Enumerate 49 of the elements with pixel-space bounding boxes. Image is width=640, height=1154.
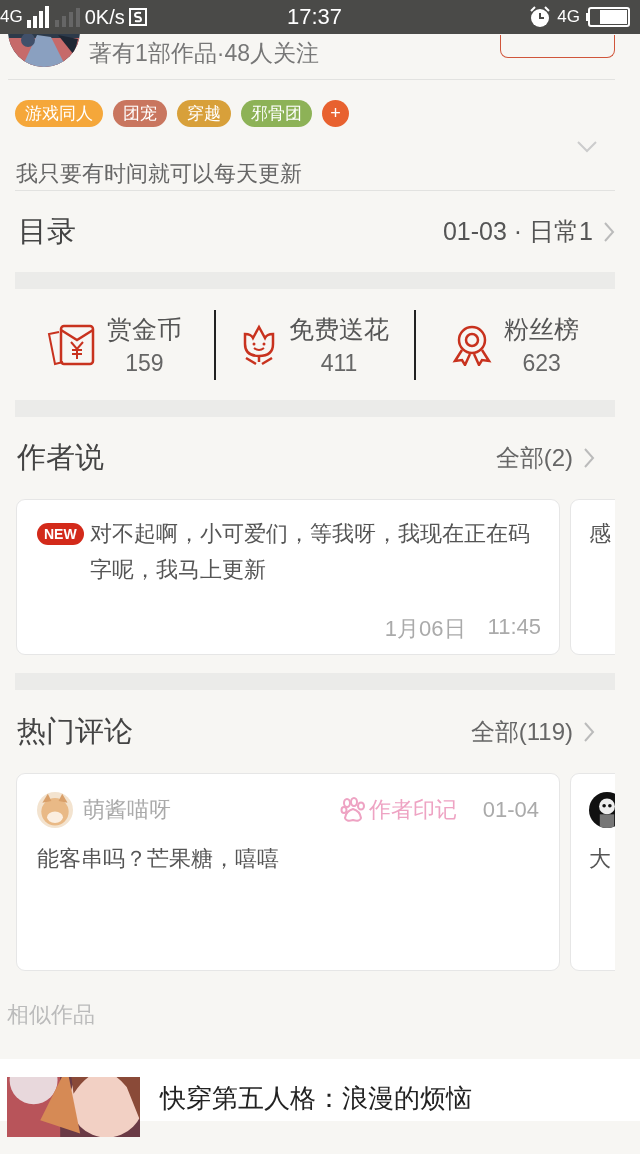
user-name: 萌酱喵呀 — [83, 796, 172, 824]
note-date: 1月06日 — [384, 615, 466, 643]
network-label: 4G — [0, 7, 23, 27]
note-card[interactable]: NEW 对不起啊，小可爱们，等我呀，我现在正在码字呢，我马上更新 1月06日 11:45 — [16, 499, 560, 655]
award-ribbon-icon — [452, 323, 493, 366]
battery-icon — [586, 7, 632, 27]
comment-date: 01-04 — [482, 797, 539, 823]
signal-icon — [26, 6, 51, 28]
flower-icon — [241, 323, 277, 366]
speed-label: 0K/s — [84, 5, 125, 29]
app-icon — [128, 8, 147, 26]
chevron-right-icon — [603, 220, 615, 243]
tag-chip[interactable]: 团宠 — [113, 100, 167, 127]
section-title: 相似作品 — [7, 1001, 95, 1029]
author-note-text: 感 — [589, 521, 611, 546]
comment-card[interactable]: 大 — [570, 773, 615, 971]
follow-button[interactable] — [500, 35, 615, 58]
section-title: 作者说 — [17, 440, 104, 475]
intro-text: 我只要有时间就可以每天更新 — [16, 160, 302, 188]
note-time: 11:45 — [487, 614, 541, 641]
author-stats: 著有1部作品·48人关注 — [89, 39, 321, 68]
clock: 17:37 — [287, 4, 343, 29]
network-label: 4G — [557, 7, 580, 27]
stat-count: 159 — [125, 349, 164, 377]
stat-count: 623 — [522, 349, 561, 377]
latest-chapter-link[interactable]: 01-03 · 日常1 — [442, 215, 615, 248]
stat-count: 411 — [320, 349, 358, 377]
comment-text: 大 — [589, 845, 611, 873]
new-badge: NEW — [37, 523, 84, 545]
comment-card[interactable]: 萌酱喵呀 作者印记 01-04 能客串吗？芒果糖，嘻嘻 — [16, 773, 560, 971]
section-title: 目录 — [18, 213, 76, 249]
stat-label: 赏金币 — [106, 313, 182, 345]
author-mark-label: 作者印记 — [339, 795, 457, 825]
paw-icon — [339, 797, 366, 823]
view-all-link[interactable]: 全部(119) — [470, 715, 595, 748]
signal-icon — [54, 7, 81, 27]
envelope-icon — [46, 323, 95, 366]
view-all-link[interactable]: 全部(2) — [495, 442, 595, 474]
chevron-down-icon — [577, 141, 597, 153]
stat-label: 粉丝榜 — [504, 313, 580, 345]
add-tag-button[interactable]: + — [322, 100, 349, 127]
author-note-text: 对不起啊，小可爱们，等我呀，我现在正在码字呢，我马上更新 — [89, 520, 531, 584]
stat-label: 免费送花 — [289, 313, 389, 345]
section-title: 热门评论 — [17, 713, 133, 749]
alarm-icon — [529, 6, 552, 28]
chevron-right-icon — [583, 447, 595, 469]
comment-text: 能客串吗？芒果糖，嘻嘻 — [37, 845, 280, 873]
chevron-right-icon — [583, 720, 595, 743]
note-card[interactable]: 感 — [570, 499, 615, 655]
